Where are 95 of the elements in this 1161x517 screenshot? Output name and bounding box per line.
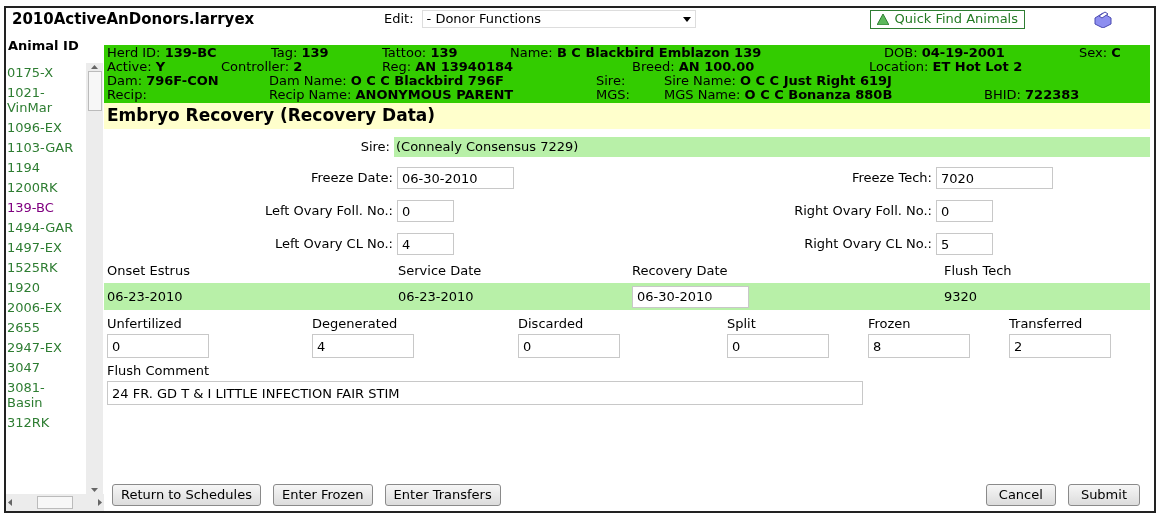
animal-id-link[interactable]: 139-BC	[7, 200, 78, 215]
field-label: Left Ovary Foll. No.:	[263, 202, 394, 221]
count-field[interactable]: 8	[868, 334, 970, 358]
count-field[interactable]: 0	[107, 334, 209, 358]
header-field: Controller: 2	[221, 60, 382, 74]
column-heading: Recovery Date	[632, 263, 728, 279]
column-heading: Flush Tech	[944, 263, 1012, 279]
animal-id-link[interactable]: 1021-VinMar	[7, 85, 78, 115]
window-title: 2010ActiveAnDonors.larryex	[12, 8, 256, 30]
vertical-scrollbar[interactable]	[86, 63, 103, 494]
action-button[interactable]: Enter Transfers	[384, 484, 501, 506]
text-field[interactable]: 0	[936, 200, 993, 222]
animal-id-link[interactable]: 1920	[7, 280, 78, 295]
text-field[interactable]: 06-30-2010	[397, 167, 514, 189]
header-field: Active: Y	[107, 60, 221, 74]
count-field[interactable]: 0	[727, 334, 829, 358]
sire-label: Sire:	[359, 138, 391, 157]
count-label: Discarded	[518, 315, 585, 331]
caret-icon	[682, 16, 691, 22]
text-field[interactable]: 5	[936, 233, 993, 255]
animal-id-link[interactable]: 1525RK	[7, 260, 78, 275]
text-field[interactable]: 4	[397, 233, 454, 255]
action-button[interactable]: Return to Schedules	[112, 484, 261, 506]
action-button[interactable]: Submit	[1067, 484, 1140, 506]
text-field[interactable]: 7020	[936, 167, 1053, 189]
header-field: Breed: AN 100.00	[632, 60, 869, 74]
up-arrow-icon	[91, 65, 98, 69]
animal-id-link[interactable]: 1194	[7, 160, 78, 175]
header-field: MGS:	[596, 88, 664, 102]
header-field: Sire:	[596, 74, 664, 88]
header-field: Recip:	[107, 88, 269, 102]
field-label: Right Ovary CL No.:	[803, 235, 933, 254]
header-field: Recip Name: ANONYMOUS PARENT	[269, 88, 596, 102]
animal-id-link[interactable]: 1103-GAR	[7, 140, 78, 155]
text-field[interactable]: 0	[397, 200, 454, 222]
action-button[interactable]: Cancel	[985, 484, 1056, 506]
header-field: Sex: C	[1079, 46, 1150, 60]
animal-id-link[interactable]: 3081-Basin	[7, 380, 78, 410]
header-field: Dam Name: O C C Blackbird 796F	[269, 74, 596, 88]
action-button[interactable]: Enter Frozen	[272, 484, 373, 506]
header-field: Dam: 796F-CON	[107, 74, 269, 88]
date-value: 9320	[944, 288, 978, 304]
count-field[interactable]: 2	[1009, 334, 1111, 358]
column-heading: Service Date	[398, 263, 482, 279]
edit-dropdown[interactable]: - Donor Functions	[421, 10, 696, 28]
scrollbar-thumb[interactable]	[87, 71, 102, 111]
comment-label: Flush Comment	[107, 362, 211, 378]
header-field: Location: ET Hot Lot 2	[869, 60, 1150, 74]
header-field: MGS Name: O C C Bonanza 880B	[664, 88, 984, 102]
horizontal-scrollbar[interactable]	[6, 494, 104, 511]
date-field[interactable]: 06-30-2010	[632, 285, 749, 308]
printer-icon[interactable]	[1093, 10, 1113, 28]
quick-find-button[interactable]: Quick Find Animals	[869, 9, 1025, 29]
count-label: Split	[727, 315, 757, 331]
scrollbar-thumb[interactable]	[37, 496, 73, 509]
animal-id-link[interactable]: 2006-EX	[7, 300, 78, 315]
left-arrow-icon	[8, 499, 12, 506]
header-field: Name: B C Blackbird Emblazon 139	[510, 46, 884, 60]
column-heading: Onset Estrus	[107, 263, 190, 279]
header-field: Herd ID: 139-BC	[107, 46, 271, 60]
header-field: Reg: AN 13940184	[382, 60, 632, 74]
count-field[interactable]: 4	[312, 334, 414, 358]
section-title: Embryo Recovery (Recovery Data)	[107, 104, 436, 128]
header-field: DOB: 04-19-2001	[884, 46, 1079, 60]
date-value: 06-23-2010	[398, 288, 474, 304]
animal-id-link[interactable]: 1200RK	[7, 180, 78, 195]
header-field: Sire Name: O C C Just Right 619J	[664, 74, 1150, 88]
field-label: Freeze Date:	[310, 169, 394, 188]
count-label: Degenerated	[312, 315, 399, 331]
edit-label: Edit:	[384, 10, 414, 29]
sidebar-heading: Animal ID	[7, 37, 80, 55]
count-label: Unfertilized	[107, 315, 183, 331]
comment-field[interactable]: 24 FR. GD T & I LITTLE INFECTION FAIR STIM	[107, 381, 863, 405]
animal-id-link[interactable]: 312RK	[7, 415, 78, 430]
header-field: BHID: 722383	[984, 88, 1150, 102]
animal-id-link[interactable]: 1494-GAR	[7, 220, 78, 235]
animal-id-link[interactable]: 1497-EX	[7, 240, 78, 255]
animal-id-link[interactable]: 2655	[7, 320, 78, 335]
animal-id-link[interactable]: 2947-EX	[7, 340, 78, 355]
down-arrow-icon	[91, 488, 98, 492]
sire-value: (Connealy Consensus 7229)	[394, 137, 1150, 157]
date-value: 06-23-2010	[107, 288, 183, 304]
animal-id-link[interactable]: 3047	[7, 360, 78, 375]
field-label: Left Ovary CL No.:	[273, 235, 394, 254]
count-label: Frozen	[868, 315, 912, 331]
header-field: Tag: 139	[271, 46, 382, 60]
field-label: Freeze Tech:	[850, 169, 933, 188]
header-field: Tattoo: 139	[382, 46, 510, 60]
animal-id-link[interactable]: 1096-EX	[7, 120, 78, 135]
triangle-icon	[876, 13, 889, 25]
field-label: Right Ovary Foll. No.:	[793, 202, 933, 221]
animal-id-link[interactable]: 0175-X	[7, 65, 78, 80]
count-label: Transferred	[1009, 315, 1084, 331]
right-arrow-icon	[98, 499, 102, 506]
count-field[interactable]: 0	[518, 334, 620, 358]
